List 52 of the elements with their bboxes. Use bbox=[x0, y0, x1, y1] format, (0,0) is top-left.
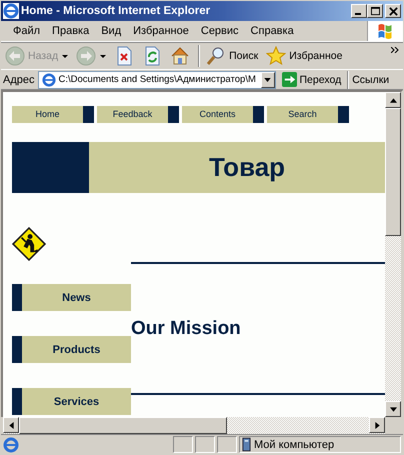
scroll-left-icon[interactable] bbox=[3, 417, 19, 433]
vertical-scrollbar[interactable] bbox=[385, 92, 401, 417]
minimize-icon bbox=[355, 13, 361, 15]
scrollbar-corner bbox=[385, 417, 401, 434]
dropdown-button[interactable] bbox=[260, 72, 274, 88]
browser-logo-icon bbox=[3, 3, 19, 19]
horizontal-scrollbar[interactable] bbox=[3, 417, 401, 434]
house-icon bbox=[170, 46, 190, 66]
address-field[interactable]: C:\Documents and Settings\Администратор\М bbox=[38, 70, 276, 88]
security-zone: Мой компьютер bbox=[254, 438, 334, 450]
dropdown-caret-icon[interactable] bbox=[62, 54, 68, 58]
dropdown-caret-icon[interactable] bbox=[100, 54, 106, 58]
menu-item[interactable]: Правка bbox=[46, 25, 96, 37]
nav-button[interactable]: Contents bbox=[182, 106, 264, 123]
address-label: Адрес bbox=[3, 74, 34, 86]
scroll-right-icon[interactable] bbox=[369, 417, 385, 433]
nav-button[interactable]: Feedback bbox=[97, 106, 179, 123]
menu-item[interactable]: Избранное bbox=[127, 25, 195, 37]
search-button[interactable]: Поиск bbox=[206, 46, 258, 66]
links-button[interactable]: Ссылки bbox=[352, 74, 390, 86]
scroll-thumb[interactable] bbox=[19, 417, 227, 434]
scroll-down-icon[interactable] bbox=[385, 401, 401, 417]
page-heading: Our Mission bbox=[131, 317, 242, 341]
construction-sign-icon bbox=[12, 227, 46, 261]
maximize-button[interactable] bbox=[367, 4, 383, 18]
favorites-button[interactable]: Избранное bbox=[266, 46, 342, 66]
side-nav-button[interactable]: Products bbox=[12, 336, 131, 363]
home-button[interactable] bbox=[170, 46, 190, 66]
side-nav-button[interactable]: News bbox=[12, 284, 131, 311]
star-icon bbox=[266, 46, 286, 66]
page-icon bbox=[3, 436, 19, 452]
minimize-button[interactable] bbox=[351, 4, 367, 18]
maximize-icon bbox=[370, 6, 380, 16]
chevron-icon[interactable] bbox=[391, 47, 399, 53]
close-button[interactable] bbox=[385, 4, 401, 18]
menu-item[interactable]: Справка bbox=[244, 25, 300, 37]
side-nav-button[interactable]: Services bbox=[12, 388, 131, 415]
scroll-thumb[interactable] bbox=[385, 108, 401, 236]
menu-item[interactable]: Файл bbox=[7, 25, 46, 37]
menu-item[interactable]: Сервис bbox=[194, 25, 245, 37]
nav-button[interactable]: Search bbox=[267, 106, 349, 123]
close-icon bbox=[388, 6, 398, 16]
page-icon bbox=[42, 72, 56, 86]
nav-button[interactable]: Home bbox=[12, 106, 94, 123]
banner-title: Товар bbox=[208, 151, 286, 184]
go-button[interactable]: Переход bbox=[278, 72, 344, 87]
scroll-up-icon[interactable] bbox=[385, 92, 401, 108]
menu-item[interactable]: Вид bbox=[95, 25, 128, 37]
window-title: Home - Microsoft Internet Explorer bbox=[21, 5, 212, 17]
search-icon bbox=[206, 46, 226, 66]
caret-icon bbox=[264, 78, 271, 82]
computer-icon bbox=[242, 437, 251, 452]
